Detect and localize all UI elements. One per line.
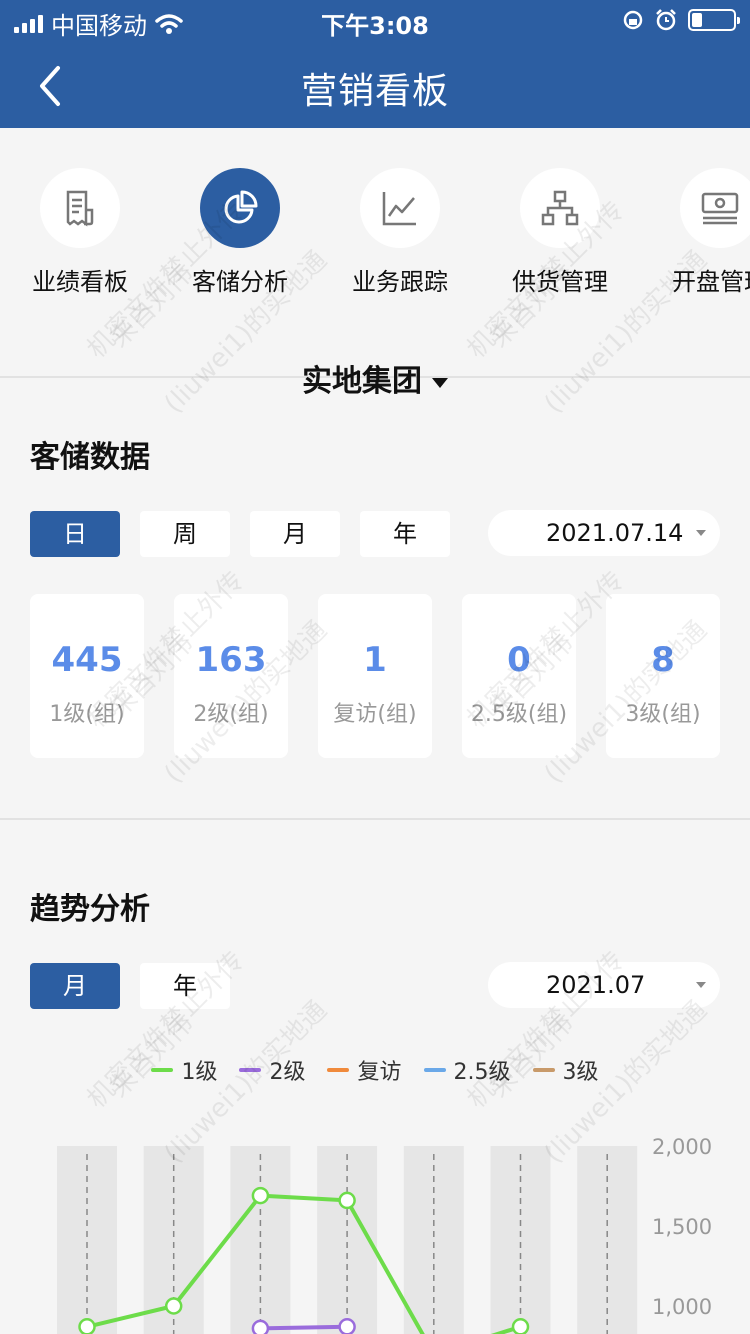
caret-down-icon [432,377,448,388]
section-title-trend: 趋势分析 [30,892,150,927]
legend-swatch [423,1068,446,1072]
series-point[interactable] [338,1191,356,1210]
stat-label: 复访(组) [333,702,417,727]
tab-trend-year[interactable]: 年 [140,963,230,1009]
legend-label: 2.5级 [453,1060,511,1085]
shortcut-performance-board[interactable]: 业绩看板 [0,168,160,297]
legend-swatch [151,1068,174,1072]
tab-year[interactable]: 年 [360,511,450,557]
trend-chart: 2,000 1,500 1,000 [57,1135,712,1334]
shortcut-supply-management[interactable]: 供货管理 [480,168,640,297]
series-point[interactable] [338,1318,356,1334]
tab-trend-month[interactable]: 月 [30,963,120,1009]
shortcut-label: 开盘管理 [672,268,750,296]
divider [0,818,750,820]
shortcut-bar: 业绩看板 客储分析 业务跟踪 供货管理 开盘管 [0,128,750,378]
top-bar: 中国移动 下午3:08 营销看板 [0,0,750,128]
series-point[interactable] [78,1318,96,1334]
stat-value: 0 [507,640,531,680]
series-point[interactable] [164,1297,183,1315]
org-tree-icon [541,190,579,226]
tab-week[interactable]: 周 [140,511,230,557]
legend-label: 1级 [181,1060,218,1085]
series-point[interactable] [251,1319,270,1334]
alarm-icon [656,9,676,31]
stat-value: 163 [195,640,267,680]
stat-card-revisit: 1 复访(组) [318,594,432,758]
series-point[interactable] [251,1186,270,1205]
legend-swatch [327,1068,350,1072]
battery-icon [688,9,740,31]
shortcut-opening-management[interactable]: 开盘管理 [640,168,750,297]
stat-card-level2: 163 2级(组) [174,594,288,758]
y-tick-label: 1,000 [652,1295,712,1319]
legend-swatch [532,1068,555,1072]
page-title: 营销看板 [300,71,449,112]
shortcut-label: 业绩看板 [32,268,128,296]
stat-card-level3: 8 3级(组) [606,594,720,758]
line-chart-icon [382,192,416,226]
legend-label: 复访 [357,1060,402,1085]
shortcut-label: 供货管理 [512,268,608,296]
stat-value: 8 [651,640,675,680]
chart-band [57,1146,117,1334]
pie-chart-icon [224,190,258,224]
date-picker-value: 2021.07.14 [546,519,684,547]
shortcut-label: 业务跟踪 [352,268,448,296]
chart-band [230,1146,291,1334]
org-selector-label: 实地集团 [302,364,422,399]
cash-register-icon [701,192,739,225]
dropdown-icon [696,530,706,536]
shortcut-customer-analysis[interactable]: 客储分析 [160,168,320,297]
tab-month[interactable]: 月 [250,511,340,557]
shortcut-business-tracking[interactable]: 业务跟踪 [320,168,480,297]
legend-item[interactable]: 2级 [239,1054,305,1086]
trend-date-picker[interactable]: 2021.07 [488,962,720,1008]
dropdown-icon [696,982,706,988]
stat-label: 2级(组) [193,702,269,727]
nav-bar: 营销看板 [0,44,750,128]
legend-label: 3级 [562,1060,599,1085]
receipt-icon [66,190,94,227]
y-tick-label: 1,500 [652,1215,712,1239]
date-picker[interactable]: 2021.07.14 [488,510,720,556]
section-title-customer-data: 客储数据 [30,440,150,475]
chart-band [403,1146,464,1334]
stat-card-level2-5: 0 2.5级(组) [462,594,576,758]
legend-label: 2级 [269,1060,306,1085]
legend-swatch [239,1068,262,1072]
stat-label: 2.5级(组) [470,702,568,727]
y-tick-label: 2,000 [652,1135,712,1159]
series-point[interactable] [511,1318,530,1334]
rotation-lock-icon [623,10,643,30]
stat-value: 1 [363,640,387,680]
stat-value: 445 [51,640,123,680]
legend-item[interactable]: 2.5级 [423,1054,511,1086]
status-bar: 中国移动 下午3:08 [0,0,750,40]
stat-label: 3级(组) [625,702,701,727]
chart-band [577,1146,638,1334]
shortcut-label: 客储分析 [192,268,288,296]
chart-band [490,1146,551,1334]
legend-item[interactable]: 复访 [327,1054,402,1086]
legend-item[interactable]: 3级 [532,1054,599,1086]
date-picker-value: 2021.07 [546,971,646,999]
stat-label: 1级(组) [49,702,125,727]
stat-card-level1: 445 1级(组) [30,594,144,758]
legend-item[interactable]: 1级 [151,1054,217,1086]
org-selector[interactable]: 实地集团 [0,356,750,400]
series-line [260,1324,348,1331]
tab-day[interactable]: 日 [30,511,120,557]
chart-legend: 1级 2级 复访 2.5级 3级 [0,1054,750,1086]
